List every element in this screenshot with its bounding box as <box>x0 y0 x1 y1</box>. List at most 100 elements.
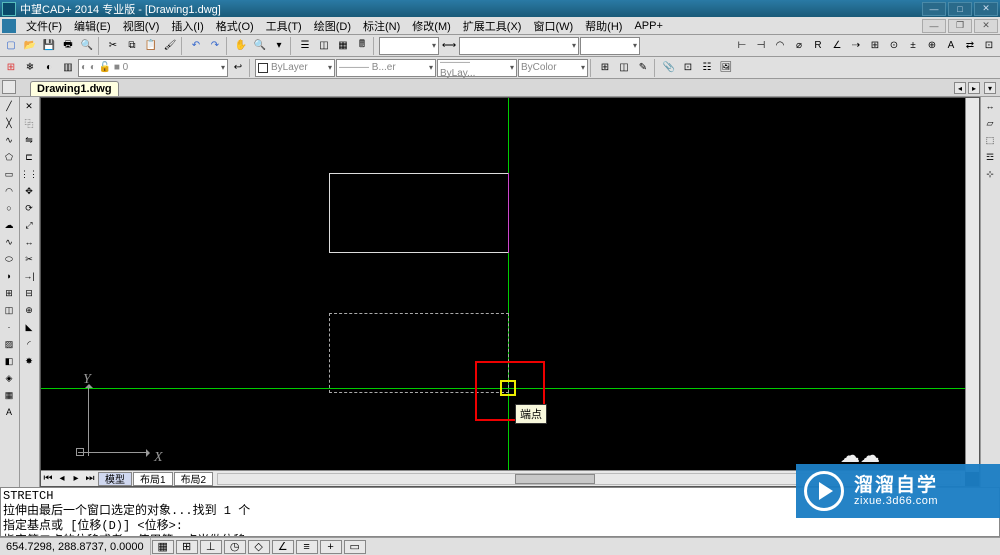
dim-tool-icon[interactable]: ⇄ <box>961 37 979 55</box>
preview-icon[interactable]: 🔍 <box>78 37 96 55</box>
paste-icon[interactable]: 📋 <box>142 37 160 55</box>
ref-attach-icon[interactable]: 📎 <box>660 59 678 77</box>
designcenter-icon[interactable]: ◫ <box>315 37 333 55</box>
document-tab[interactable]: Drawing1.dwg <box>30 81 119 96</box>
ortho-toggle[interactable]: ⊥ <box>200 540 222 554</box>
copy-obj-icon[interactable]: ⿻ <box>21 115 37 131</box>
tab-prev-button[interactable]: ◂ <box>954 82 966 94</box>
ref-clip-icon[interactable]: ⊡ <box>679 59 697 77</box>
table-icon[interactable]: ▦ <box>1 387 17 403</box>
tab-model[interactable]: 模型 <box>98 472 132 486</box>
color-combo[interactable]: ByLayer▾ <box>255 59 335 77</box>
match-icon[interactable]: 🖌 <box>161 37 179 55</box>
menu-help[interactable]: 帮助(H) <box>579 17 628 35</box>
menu-ext[interactable]: 扩展工具(X) <box>457 17 528 35</box>
calc-icon[interactable]: 🖩 <box>353 37 371 55</box>
gradient-icon[interactable]: ◧ <box>1 353 17 369</box>
doc-restore-button[interactable]: ❐ <box>948 19 972 33</box>
osnap-toggle[interactable]: ◇ <box>248 540 270 554</box>
menu-draw[interactable]: 绘图(D) <box>308 17 357 35</box>
canvas-scrollbar-vertical[interactable] <box>965 98 979 472</box>
area-icon[interactable]: ▱ <box>982 115 998 131</box>
lwt-toggle[interactable]: ≡ <box>296 540 318 554</box>
menu-format[interactable]: 格式(O) <box>210 17 260 35</box>
region-icon[interactable]: ◈ <box>1 370 17 386</box>
properties-icon[interactable]: ☰ <box>296 37 314 55</box>
image-attach-icon[interactable]: 🖼 <box>717 59 735 77</box>
arc-icon[interactable]: ◠ <box>1 183 17 199</box>
scroll-thumb[interactable] <box>515 474 595 484</box>
snap-toggle[interactable]: ▦ <box>152 540 174 554</box>
erase-icon[interactable]: ✕ <box>21 98 37 114</box>
ref-manage-icon[interactable]: ☷ <box>698 59 716 77</box>
model-toggle[interactable]: ▭ <box>344 540 366 554</box>
id-icon[interactable]: ⊹ <box>982 166 998 182</box>
layer-lock-icon[interactable]: ▥ <box>59 59 77 77</box>
dim-tool-icon[interactable]: ⊡ <box>980 37 998 55</box>
extend-icon[interactable]: →| <box>21 268 37 284</box>
create-block-icon[interactable]: ◫ <box>615 59 633 77</box>
tab-layout2[interactable]: 布局2 <box>174 472 214 486</box>
dim-tool-icon[interactable]: ⊞ <box>866 37 884 55</box>
tab-next-button[interactable]: ▸ <box>968 82 980 94</box>
open-icon[interactable]: 📂 <box>21 37 39 55</box>
menu-view[interactable]: 视图(V) <box>117 17 166 35</box>
polar-toggle[interactable]: ◷ <box>224 540 246 554</box>
insert-icon[interactable]: ⊞ <box>1 285 17 301</box>
join-icon[interactable]: ⊕ <box>21 302 37 318</box>
zoom-dd-icon[interactable]: ▾ <box>270 37 288 55</box>
save-icon[interactable]: 💾 <box>40 37 58 55</box>
drawing-canvas[interactable]: 端点 Y X ⏮ ◂ ▸ ⏭ 模型 布局1 布局2 <box>40 97 980 487</box>
dyn-toggle[interactable]: + <box>320 540 342 554</box>
ellipsearc-icon[interactable]: ◗ <box>1 268 17 284</box>
break-icon[interactable]: ⊟ <box>21 285 37 301</box>
dim-tool-icon[interactable]: ⊕ <box>923 37 941 55</box>
menu-window[interactable]: 窗口(W) <box>527 17 579 35</box>
undo-icon[interactable]: ↶ <box>187 37 205 55</box>
spline-icon[interactable]: ∿ <box>1 234 17 250</box>
offset-icon[interactable]: ⊏ <box>21 149 37 165</box>
dim-tool-icon[interactable]: ± <box>904 37 922 55</box>
dim-tool-icon[interactable]: ∠ <box>828 37 846 55</box>
trim-icon[interactable]: ✂ <box>21 251 37 267</box>
rotate-icon[interactable]: ⟳ <box>21 200 37 216</box>
dim-tool-icon[interactable]: ⊙ <box>885 37 903 55</box>
zoom-icon[interactable]: 🔍 <box>251 37 269 55</box>
layer-props-icon[interactable]: ⊞ <box>2 59 20 77</box>
region-mass-icon[interactable]: ⬚ <box>982 132 998 148</box>
dim-tool-icon[interactable]: A <box>942 37 960 55</box>
menu-edit[interactable]: 编辑(E) <box>68 17 117 35</box>
dim-tool-icon[interactable]: ⇢ <box>847 37 865 55</box>
close-button[interactable]: ✕ <box>974 2 998 16</box>
lineweight-combo[interactable]: ——— ByLay...▾ <box>437 59 517 77</box>
fillet-icon[interactable]: ◜ <box>21 336 37 352</box>
menu-insert[interactable]: 插入(I) <box>165 17 209 35</box>
mirror-icon[interactable]: ⇋ <box>21 132 37 148</box>
move-icon[interactable]: ✥ <box>21 183 37 199</box>
array-icon[interactable]: ⋮⋮ <box>21 166 37 182</box>
menu-tools[interactable]: 工具(T) <box>260 17 308 35</box>
doc-minimize-button[interactable]: — <box>922 19 946 33</box>
tab-layout1[interactable]: 布局1 <box>133 472 173 486</box>
layer-prev-icon[interactable]: ↩ <box>229 59 247 77</box>
circle-icon[interactable]: ○ <box>1 200 17 216</box>
explode-icon[interactable]: ✸ <box>21 353 37 369</box>
tab-start-icon[interactable] <box>2 80 16 94</box>
rectangle-entity[interactable] <box>329 173 509 253</box>
pan-icon[interactable]: ✋ <box>232 37 250 55</box>
dim-tool-icon[interactable]: R <box>809 37 827 55</box>
layout-next-icon[interactable]: ▸ <box>69 472 83 486</box>
layer-freeze-icon[interactable]: ◐ <box>40 59 58 77</box>
hatch-icon[interactable]: ▨ <box>1 336 17 352</box>
list-icon[interactable]: ☲ <box>982 149 998 165</box>
otrack-toggle[interactable]: ∠ <box>272 540 294 554</box>
dimstyle-combo[interactable]: ▾ <box>379 37 439 55</box>
new-icon[interactable]: ▢ <box>2 37 20 55</box>
rectangle-icon[interactable]: ▭ <box>1 166 17 182</box>
layout-prev-icon[interactable]: ◂ <box>55 472 69 486</box>
scale-icon[interactable]: ⤢ <box>21 217 37 233</box>
dim-tool-icon[interactable]: ◠ <box>771 37 789 55</box>
menu-dim[interactable]: 标注(N) <box>357 17 406 35</box>
doc-close-button[interactable]: ✕ <box>974 19 998 33</box>
dim-tool-icon[interactable]: ⊣ <box>752 37 770 55</box>
